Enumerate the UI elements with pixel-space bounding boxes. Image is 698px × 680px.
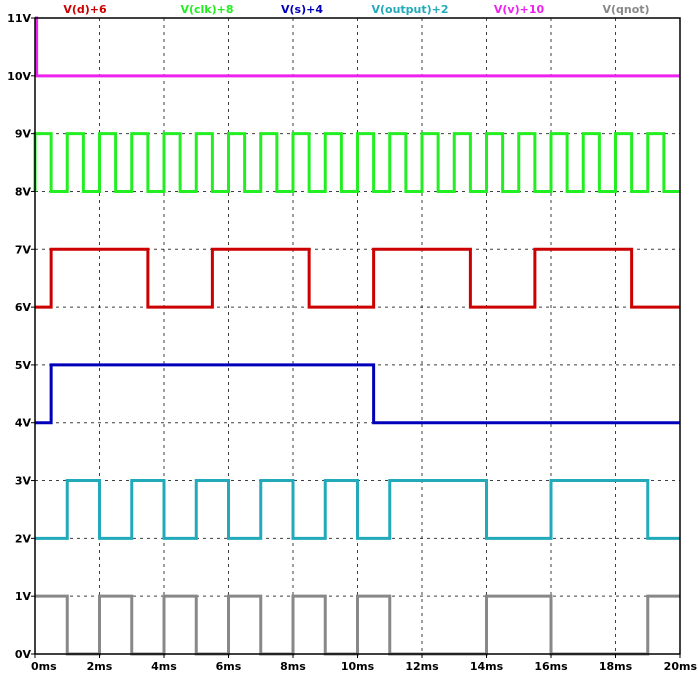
legend-entry-v-qnot: V(qnot) xyxy=(602,3,649,16)
y-tick-label: 7V xyxy=(15,243,32,256)
x-tick-label: 0ms xyxy=(31,660,57,673)
x-tick-label: 8ms xyxy=(280,660,306,673)
y-tick-label: 3V xyxy=(15,475,32,488)
x-tick-label: 4ms xyxy=(151,660,177,673)
y-tick-label: 0V xyxy=(15,648,32,661)
legend-entry-v-d-6: V(d)+6 xyxy=(63,3,107,16)
y-tick-label: 5V xyxy=(15,359,32,372)
x-tick-label: 6ms xyxy=(216,660,242,673)
waveform-chart: 0ms 2ms 4ms 6ms 8ms 10ms 12ms 14ms 16ms 18ms 20ms 0… xyxy=(0,0,698,680)
x-tick-label: 2ms xyxy=(87,660,113,673)
x-tick-label: 12ms xyxy=(405,660,439,673)
y-tick-label: 10V xyxy=(7,70,31,83)
y-tick-label: 1V xyxy=(15,590,32,603)
x-tick-label: 10ms xyxy=(341,660,375,673)
x-tick-label: 16ms xyxy=(534,660,568,673)
legend-entry-v-clk-8: V(clk)+8 xyxy=(180,3,233,16)
y-tick-label: 6V xyxy=(15,301,32,314)
legend-entry-v-s-4: V(s)+4 xyxy=(281,3,323,16)
legend-entry-v-v-10: V(v)+10 xyxy=(494,3,545,16)
y-tick-label: 11V xyxy=(7,12,31,25)
y-tick-label: 9V xyxy=(15,128,32,141)
trace-v-clk-8 xyxy=(33,132,680,193)
x-tick-label: 20ms xyxy=(664,660,698,673)
legend-entry-v-output-2: V(output)+2 xyxy=(371,3,448,16)
x-tick-label: 14ms xyxy=(470,660,504,673)
y-tick-label: 2V xyxy=(15,532,32,545)
y-tick-label: 4V xyxy=(15,417,32,430)
y-tick-label: 8V xyxy=(15,185,32,198)
x-tick-label: 18ms xyxy=(599,660,633,673)
chart-background xyxy=(0,0,698,680)
